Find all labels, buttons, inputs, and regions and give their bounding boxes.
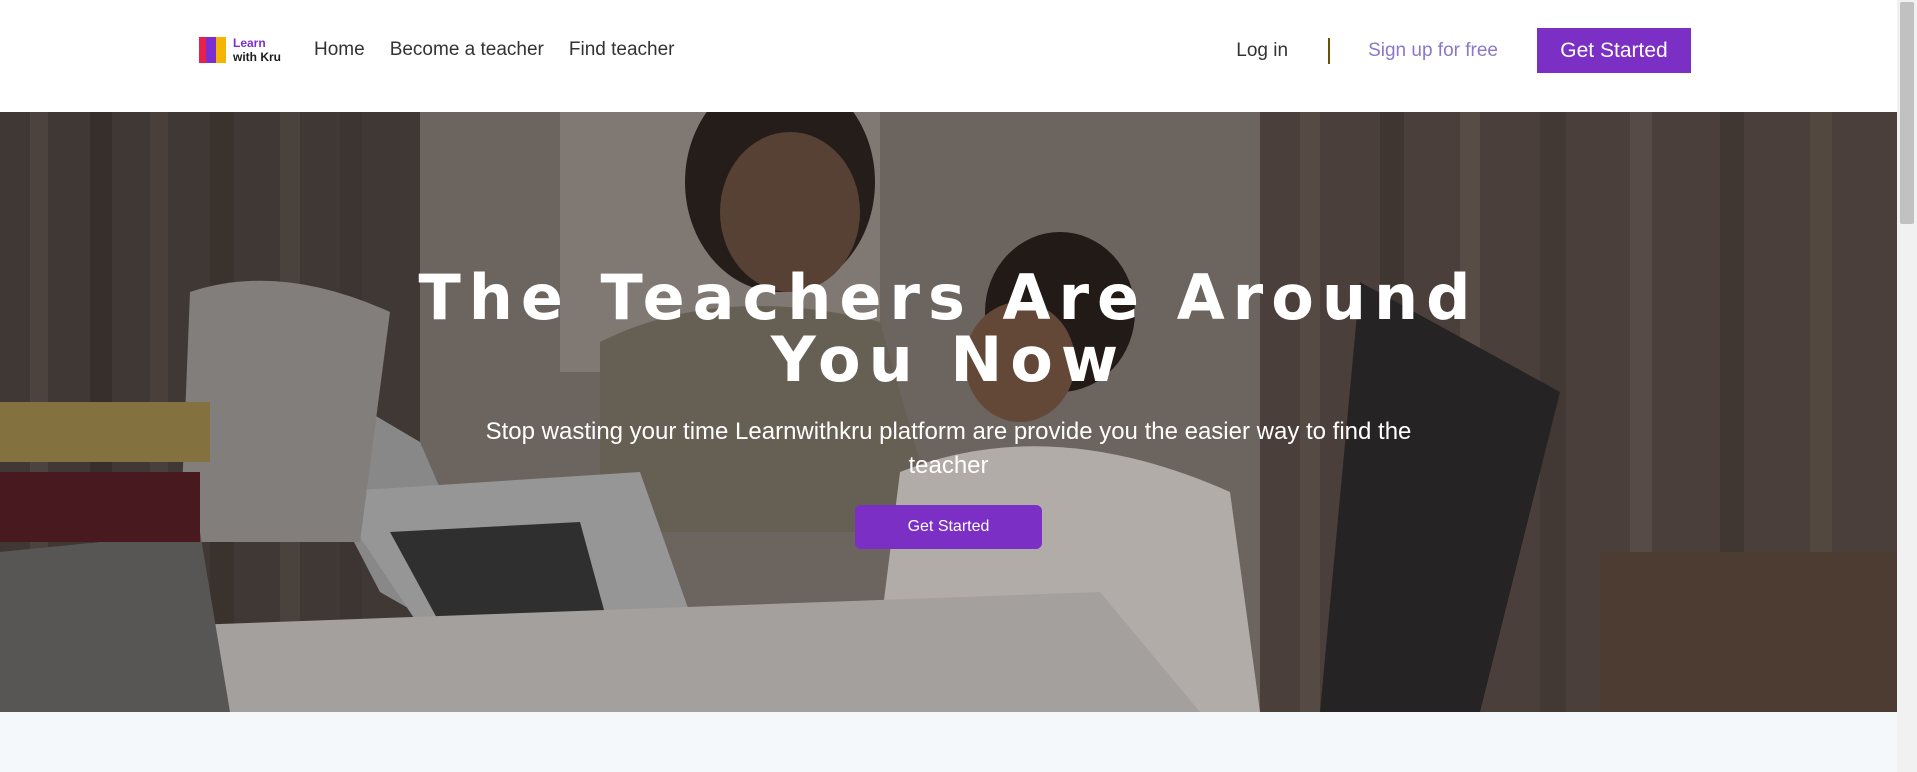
logo-text: Learn with Kru xyxy=(233,36,281,64)
scrollbar-thumb[interactable] xyxy=(1900,2,1914,224)
get-started-hero-button[interactable]: Get Started xyxy=(855,505,1042,549)
signup-link[interactable]: Sign up for free xyxy=(1368,40,1498,62)
login-link[interactable]: Log in xyxy=(1236,40,1288,62)
hero-title: The Teachers Are Around You Now xyxy=(418,261,1479,396)
nav-become-teacher[interactable]: Become a teacher xyxy=(390,36,544,64)
hero-overlay xyxy=(0,112,1897,712)
logo-line-2: with Kru xyxy=(233,50,281,64)
get-started-header-button[interactable]: Get Started xyxy=(1537,28,1691,73)
next-section xyxy=(0,712,1897,772)
page-scrollbar[interactable] xyxy=(1897,0,1917,772)
hero-section: The Teachers Are Around You Now Stop was… xyxy=(0,112,1897,712)
logo[interactable]: Learn with Kru xyxy=(199,35,281,65)
site-header: Learn with Kru Home Become a teacher Fin… xyxy=(0,0,1897,112)
page: Learn with Kru Home Become a teacher Fin… xyxy=(0,0,1917,772)
logo-line-1: Learn xyxy=(233,36,266,50)
nav-home[interactable]: Home xyxy=(314,36,365,64)
nav-find-teacher[interactable]: Find teacher xyxy=(569,36,675,64)
logo-mark-icon xyxy=(199,35,227,65)
hero-subtitle: Stop wasting your time Learnwithkru plat… xyxy=(485,418,1412,479)
main-nav: Home Become a teacher Find teacher xyxy=(314,36,675,64)
auth-nav: Log in Sign up for free Get Started xyxy=(1236,28,1691,73)
nav-divider xyxy=(1328,37,1331,64)
